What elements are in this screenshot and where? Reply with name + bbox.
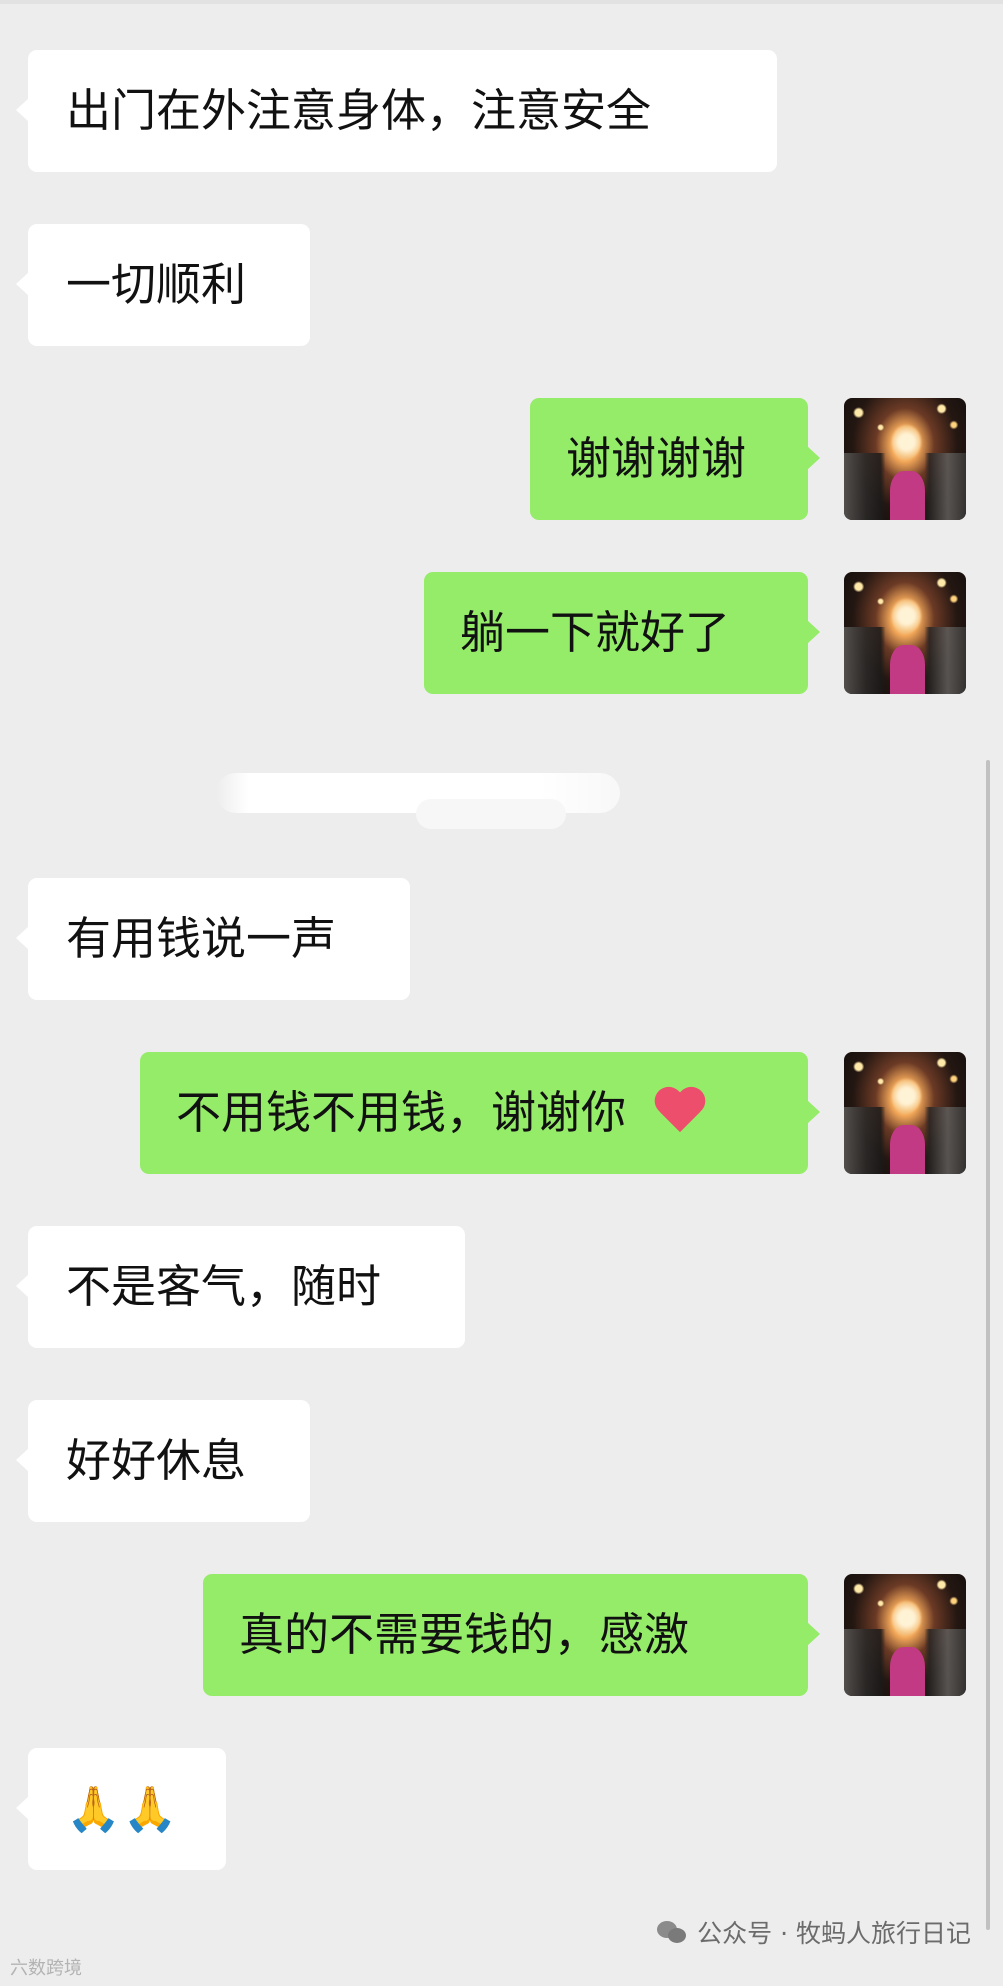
user-avatar[interactable] — [844, 1574, 966, 1696]
message-incoming[interactable]: 🙏🙏 — [16, 1748, 226, 1870]
praying-hands-emoji-icon: 🙏🙏 — [66, 1784, 180, 1835]
user-avatar[interactable] — [844, 398, 966, 520]
wechat-icon — [657, 1919, 687, 1945]
account-watermark: 公众号 · 牧蚂人旅行日记 — [657, 1914, 971, 1950]
message-outgoing[interactable]: 真的不需要钱的，感激 — [203, 1574, 820, 1696]
top-edge-line — [0, 0, 1003, 4]
message-text: 不用钱不用钱，谢谢你 — [176, 1086, 627, 1139]
message-text: 不是客气，随时 — [66, 1260, 382, 1313]
message-incoming[interactable]: 出门在外注意身体，注意安全 — [16, 50, 777, 172]
message-text: 一切顺利 — [66, 258, 247, 311]
message-text: 谢谢谢谢 — [566, 432, 747, 485]
account-watermark-label: 公众号 · 牧蚂人旅行日记 — [697, 1919, 971, 1948]
message-incoming[interactable]: 一切顺利 — [16, 224, 310, 346]
corner-watermark: 六数跨境 — [10, 1958, 82, 1979]
user-avatar[interactable] — [844, 1052, 966, 1174]
message-outgoing[interactable]: 谢谢谢谢 — [530, 398, 820, 520]
message-outgoing[interactable]: 躺一下就好了 — [424, 572, 820, 694]
message-incoming[interactable]: 不是客气，随时 — [16, 1226, 465, 1348]
redacted-timestamp — [216, 773, 620, 829]
message-text: 真的不需要钱的，感激 — [239, 1608, 690, 1661]
scrollbar[interactable] — [986, 760, 990, 1930]
message-outgoing[interactable]: 不用钱不用钱，谢谢你 — [140, 1052, 820, 1174]
heart-emoji-icon — [654, 1088, 706, 1134]
message-incoming[interactable]: 有用钱说一声 — [16, 878, 410, 1000]
message-text: 好好休息 — [66, 1434, 247, 1487]
message-text: 出门在外注意身体，注意安全 — [66, 84, 652, 137]
message-text: 躺一下就好了 — [460, 606, 731, 659]
user-avatar[interactable] — [844, 572, 966, 694]
message-text: 有用钱说一声 — [66, 912, 337, 965]
message-incoming[interactable]: 好好休息 — [16, 1400, 310, 1522]
